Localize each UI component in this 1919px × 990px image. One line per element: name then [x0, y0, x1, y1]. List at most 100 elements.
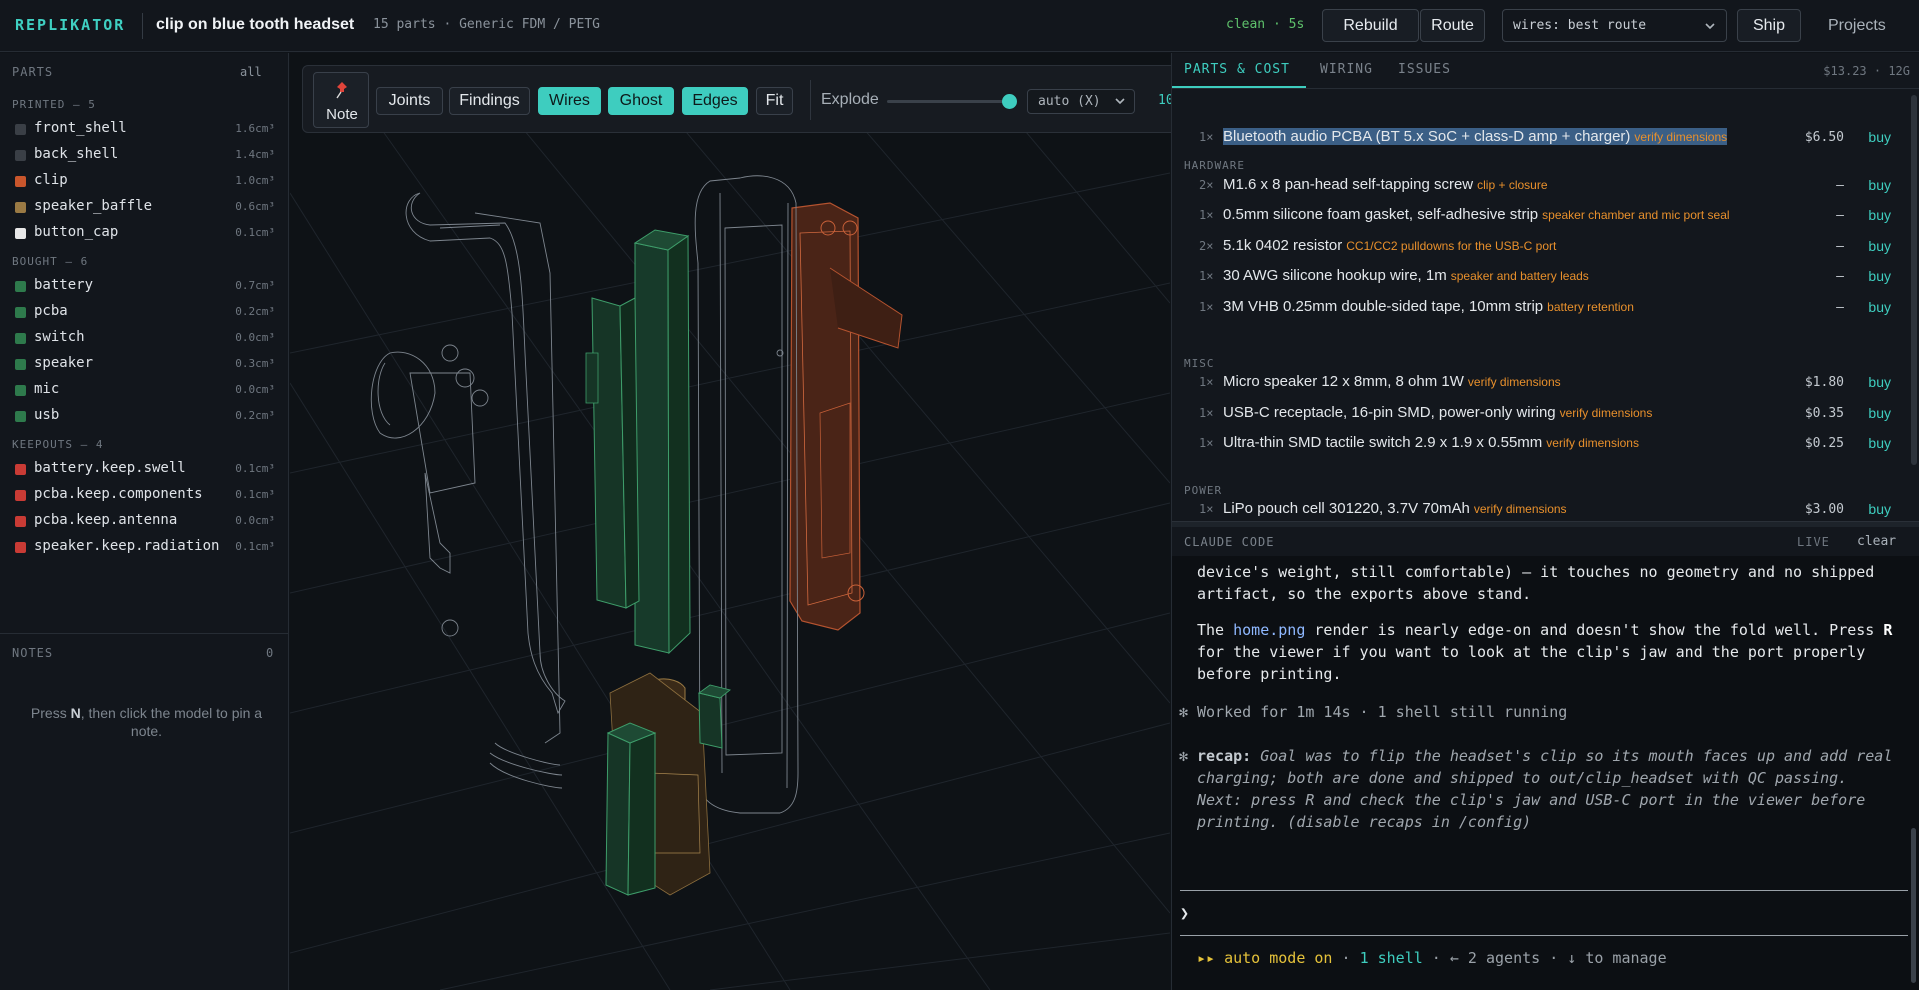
model-render[interactable] — [290, 53, 1170, 990]
part-row-front-shell[interactable]: front_shell 1.6cm³ — [0, 116, 289, 140]
explode-axis-select[interactable]: auto (X) — [1027, 89, 1135, 114]
mode-status-line[interactable]: ▸▸ auto mode on · 1 shell · ← 2 agents ·… — [1197, 949, 1667, 967]
part-volume: 1.4cm³ — [235, 148, 275, 161]
buy-link[interactable]: buy — [1868, 268, 1891, 284]
bom-quantity: 1× — [1199, 130, 1214, 144]
buy-link[interactable]: buy — [1868, 177, 1891, 193]
clear-button[interactable]: clear — [1857, 534, 1896, 549]
part-row-usb[interactable]: usb 0.2cm³ — [0, 403, 289, 427]
bom-price: — — [1836, 300, 1844, 315]
bom-row[interactable]: 1× 0.5mm silicone foam gasket, self-adhes… — [1172, 203, 1912, 229]
bom-row[interactable]: 1× Bluetooth audio PCBA (BT 5.x SoC + cla… — [1172, 125, 1912, 151]
part-color-swatch — [15, 333, 26, 344]
ghost-toggle[interactable]: Ghost — [608, 87, 674, 115]
buy-link[interactable]: buy — [1868, 405, 1891, 421]
buy-link[interactable]: buy — [1868, 501, 1891, 517]
route-button[interactable]: Route — [1420, 9, 1485, 42]
part-row-mic[interactable]: mic 0.0cm³ — [0, 377, 289, 401]
edges-toggle[interactable]: Edges — [682, 87, 748, 115]
part-volume: 0.2cm³ — [235, 305, 275, 318]
buy-link[interactable]: buy — [1868, 299, 1891, 315]
projects-link[interactable]: Projects — [1828, 17, 1886, 35]
pcba-part[interactable] — [585, 297, 640, 609]
part-row-pcba-keep-antenna[interactable]: pcba.keep.antenna 0.0cm³ — [0, 508, 289, 532]
bom-row[interactable]: 1× Micro speaker 12 x 8mm, 8 ohm 1W verify… — [1172, 370, 1912, 396]
bom-description: M1.6 x 8 pan-head self-tapping screw clip… — [1223, 176, 1548, 193]
bom-row[interactable]: 1× LiPo pouch cell 301220, 3.7V 70mAh veri… — [1172, 497, 1912, 523]
bom-row[interactable]: 1× Ultra-thin SMD tactile switch 2.9 x 1.… — [1172, 431, 1912, 457]
buy-link[interactable]: buy — [1868, 238, 1891, 254]
part-name: front_shell — [34, 120, 127, 136]
tab-wiring[interactable]: WIRING — [1320, 62, 1373, 77]
wires-toggle[interactable]: Wires — [538, 87, 601, 115]
buy-link[interactable]: buy — [1868, 374, 1891, 390]
divider — [1180, 935, 1908, 936]
bom-scrollbar[interactable] — [1911, 95, 1917, 465]
bom-price: $3.00 — [1804, 502, 1844, 517]
part-row-battery[interactable]: battery 0.7cm³ — [0, 273, 289, 297]
part-volume: 0.0cm³ — [235, 514, 275, 527]
buy-link[interactable]: buy — [1868, 435, 1891, 451]
bom-quantity: 2× — [1199, 178, 1214, 192]
part-row-speaker-keep-radiation[interactable]: speaker.keep.radiation 0.1cm³ — [0, 534, 289, 558]
front-shell-part[interactable] — [370, 192, 566, 789]
project-meta: 15 parts · Generic FDM / PETG — [373, 17, 600, 32]
part-row-pcba-keep-components[interactable]: pcba.keep.components 0.1cm³ — [0, 482, 289, 506]
part-row-button-cap[interactable]: button_cap 0.1cm³ — [0, 220, 289, 244]
bom-item-name: 30 AWG silicone hookup wire, 1m — [1223, 267, 1447, 284]
buy-link[interactable]: buy — [1868, 207, 1891, 223]
app-logo[interactable]: REPLIKATOR — [15, 16, 125, 34]
part-volume: 0.3cm³ — [235, 357, 275, 370]
recap-line: charging; both are done and shipped to o… — [1197, 769, 1848, 787]
part-volume: 0.2cm³ — [235, 409, 275, 422]
3d-viewport[interactable] — [290, 53, 1170, 990]
auto-mode-indicator: ▸▸ auto mode on — [1197, 949, 1333, 967]
bom-description: Bluetooth audio PCBA (BT 5.x SoC + class… — [1223, 128, 1728, 145]
tab-parts-cost[interactable]: PARTS & COST — [1184, 62, 1290, 77]
terminal-scrollbar[interactable] — [1911, 828, 1916, 983]
bom-row[interactable]: 1× USB-C receptacle, 16-pin SMD, power-on… — [1172, 401, 1912, 427]
speaker-part[interactable] — [605, 722, 657, 896]
panel-resize-handle[interactable] — [1172, 521, 1919, 527]
rebuild-button[interactable]: Rebuild — [1322, 9, 1419, 42]
worked-status: Worked for 1m 14s · 1 shell still runnin… — [1197, 703, 1568, 721]
part-row-speaker[interactable]: speaker 0.3cm³ — [0, 351, 289, 375]
explode-slider-handle[interactable] — [1002, 94, 1017, 109]
part-name: mic — [34, 381, 60, 397]
part-row-pcba[interactable]: pcba 0.2cm³ — [0, 299, 289, 323]
project-title: clip on blue tooth headset — [156, 16, 355, 33]
buy-link[interactable]: buy — [1868, 129, 1891, 145]
usb-part[interactable] — [697, 684, 731, 749]
wires-select[interactable]: wires: best route — [1502, 9, 1727, 42]
part-row-battery-keep-swell[interactable]: battery.keep.swell 0.1cm³ — [0, 456, 289, 480]
bom-quantity: 1× — [1199, 269, 1214, 283]
bom-description: USB-C receptacle, 16-pin SMD, power-only… — [1223, 404, 1652, 421]
parts-group-heading: KEEPOUTS — 4 — [12, 438, 104, 451]
note-button[interactable]: Note — [313, 72, 369, 128]
prompt-input[interactable]: ❯ — [1180, 904, 1189, 922]
findings-toggle[interactable]: Findings — [449, 87, 530, 115]
parts-filter[interactable]: all — [240, 65, 262, 79]
joints-toggle[interactable]: Joints — [376, 87, 443, 115]
fit-button[interactable]: Fit — [756, 87, 793, 115]
terminal-output[interactable]: device's weight, still comfortable) — it… — [1172, 556, 1919, 990]
part-row-speaker-baffle[interactable]: speaker_baffle 0.6cm³ — [0, 194, 289, 218]
viewer-toolbar: Note Joints Findings Wires Ghost Edges F… — [302, 65, 1200, 133]
battery-part[interactable] — [633, 229, 691, 655]
part-row-clip[interactable]: clip 1.0cm³ — [0, 168, 289, 192]
bom-note: clip + closure — [1477, 178, 1548, 192]
bom-row[interactable]: 1× 30 AWG silicone hookup wire, 1m speaker… — [1172, 264, 1912, 290]
tab-issues[interactable]: ISSUES — [1398, 62, 1451, 77]
bom-row[interactable]: 1× 3M VHB 0.25mm double-sided tape, 10mm … — [1172, 295, 1912, 321]
bom-row[interactable]: 2× M1.6 x 8 pan-head self-tapping screw cl… — [1172, 173, 1912, 199]
ship-button[interactable]: Ship — [1737, 9, 1801, 42]
part-row-back-shell[interactable]: back_shell 1.4cm³ — [0, 142, 289, 166]
bom-row[interactable]: 2× 5.1k 0402 resistor CC1/CC2 pulldowns fo… — [1172, 234, 1912, 260]
part-row-switch[interactable]: switch 0.0cm³ — [0, 325, 289, 349]
clip-part[interactable] — [789, 202, 903, 631]
explode-slider[interactable] — [887, 100, 1009, 103]
file-reference[interactable]: home.png — [1233, 621, 1305, 639]
bom-description: Ultra-thin SMD tactile switch 2.9 x 1.9 … — [1223, 434, 1639, 451]
part-color-swatch — [15, 359, 26, 370]
divider — [810, 80, 811, 120]
